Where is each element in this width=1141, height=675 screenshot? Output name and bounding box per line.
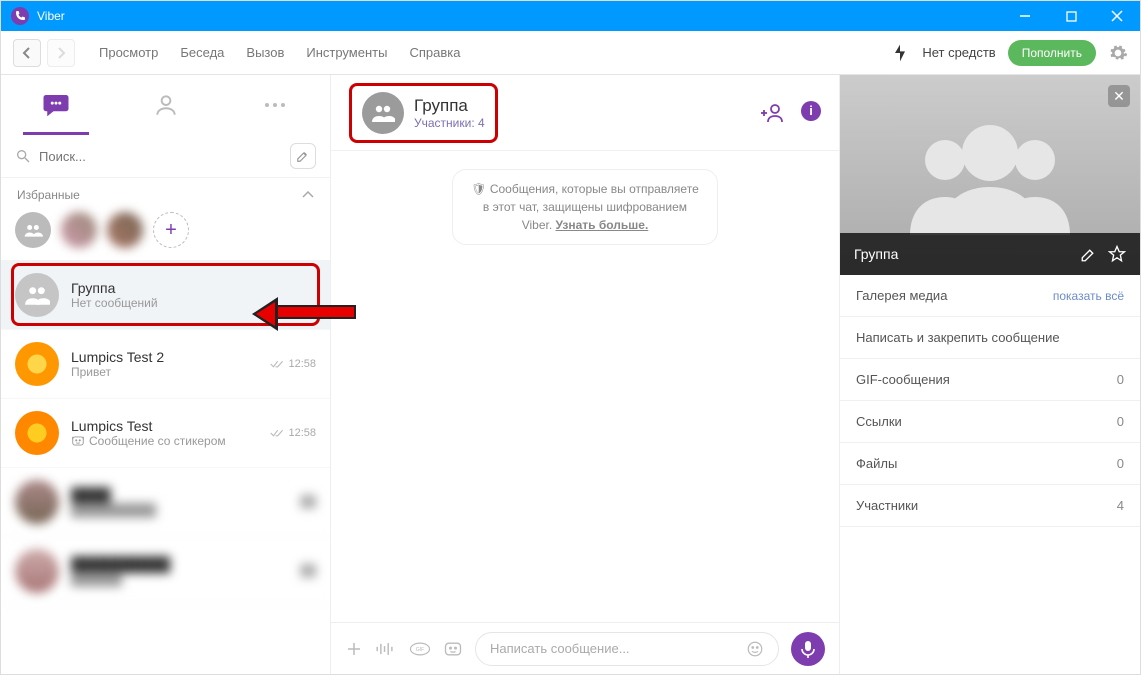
- info-panel: ✕ Группа Галерея медиа показать всё Напи…: [840, 75, 1140, 674]
- edit-icon[interactable]: [1080, 245, 1098, 263]
- chat-list-item[interactable]: Lumpics Test 2 Привет 12:58: [1, 330, 330, 399]
- tab-contacts[interactable]: [111, 75, 221, 135]
- voice-message-button[interactable]: [791, 632, 825, 666]
- voice-wave-icon[interactable]: [375, 640, 397, 658]
- chat-time: 12:58: [270, 358, 316, 370]
- group-placeholder-icon: [905, 115, 1075, 235]
- pin-message-row[interactable]: Написать и закрепить сообщение: [840, 317, 1140, 359]
- show-all-link[interactable]: показать всё: [1053, 289, 1124, 303]
- favorites-label: Избранные: [17, 188, 80, 202]
- attach-icon[interactable]: [345, 640, 363, 658]
- menu-view[interactable]: Просмотр: [99, 45, 158, 60]
- settings-icon[interactable]: [1108, 43, 1128, 63]
- gallery-row[interactable]: Галерея медиа показать всё: [840, 275, 1140, 317]
- info-row-gif[interactable]: GIF-сообщения 0: [840, 359, 1140, 401]
- annotation-arrow: [276, 305, 356, 319]
- favorite-avatar[interactable]: [61, 212, 97, 248]
- minimize-button[interactable]: [1002, 1, 1048, 31]
- chat-header-subtitle: Участники: 4: [414, 116, 485, 130]
- emoji-icon[interactable]: [746, 640, 764, 658]
- learn-more-link[interactable]: Узнать больше.: [556, 218, 649, 232]
- menu-tools[interactable]: Инструменты: [306, 45, 387, 60]
- add-participant-icon[interactable]: [761, 101, 785, 125]
- maximize-button[interactable]: [1048, 1, 1094, 31]
- chat-time: 12:58: [270, 427, 316, 439]
- menu-help[interactable]: Справка: [409, 45, 460, 60]
- chat-title: Lumpics Test: [71, 418, 258, 434]
- favorite-avatar[interactable]: [15, 212, 51, 248]
- delivered-icon: [270, 428, 284, 438]
- favorite-avatar[interactable]: [107, 212, 143, 248]
- sticker-icon[interactable]: [443, 639, 463, 659]
- svg-text:GIF: GIF: [416, 647, 425, 653]
- chat-pane: Группа Участники: 4 i 🛡 Сообщения, котор…: [331, 75, 840, 674]
- viberout-icon: [890, 43, 910, 63]
- forward-button[interactable]: [47, 39, 75, 67]
- menu-call[interactable]: Вызов: [246, 45, 284, 60]
- info-icon[interactable]: i: [801, 101, 821, 121]
- topup-button[interactable]: Пополнить: [1008, 40, 1096, 66]
- sticker-icon: [71, 434, 85, 448]
- chat-avatar: [15, 411, 59, 455]
- chat-subtitle: Привет: [71, 365, 258, 379]
- compose-button[interactable]: [290, 143, 316, 169]
- close-panel-button[interactable]: ✕: [1108, 85, 1130, 107]
- group-name: Группа: [854, 246, 1070, 262]
- chat-avatar: [15, 342, 59, 386]
- app-title: Viber: [37, 9, 65, 23]
- group-hero-image: ✕ Группа: [840, 75, 1140, 275]
- message-composer: GIF Написать сообщение...: [331, 622, 839, 674]
- sidebar: Избранные + Группа Нет сообщений: [1, 75, 331, 674]
- star-icon[interactable]: [1108, 245, 1126, 263]
- menu-chat[interactable]: Беседа: [180, 45, 224, 60]
- chat-list-item[interactable]: ████████████████ ██: [1, 537, 330, 606]
- chat-title: Группа: [71, 280, 316, 296]
- viber-logo-icon: [11, 7, 29, 25]
- collapse-favorites-icon[interactable]: [302, 191, 314, 199]
- chat-list-item[interactable]: Lumpics Test Сообщение со стикером 12:58: [1, 399, 330, 468]
- encryption-banner: 🛡 Сообщения, которые вы отправляете в эт…: [452, 169, 718, 245]
- close-button[interactable]: [1094, 1, 1140, 31]
- search-input[interactable]: [39, 149, 282, 164]
- info-row-files[interactable]: Файлы 0: [840, 443, 1140, 485]
- gif-icon[interactable]: GIF: [409, 640, 431, 658]
- info-row-links[interactable]: Ссылки 0: [840, 401, 1140, 443]
- info-row-members[interactable]: Участники 4: [840, 485, 1140, 527]
- menubar: Просмотр Беседа Вызов Инструменты Справк…: [1, 31, 1140, 75]
- message-input[interactable]: Написать сообщение...: [475, 632, 779, 666]
- chat-header: Группа Участники: 4 i: [331, 75, 839, 151]
- group-avatar-icon: [15, 273, 59, 317]
- annotation-highlight: Группа Участники: 4: [349, 83, 498, 143]
- titlebar: Viber: [1, 1, 1140, 31]
- tab-more[interactable]: [220, 75, 330, 135]
- chat-title: Lumpics Test 2: [71, 349, 258, 365]
- search-icon: [15, 148, 31, 164]
- group-avatar-icon: [362, 92, 404, 134]
- chat-header-title: Группа: [414, 96, 485, 116]
- balance-label: Нет средств: [922, 45, 995, 60]
- chat-list-item[interactable]: Группа Нет сообщений: [1, 260, 330, 330]
- tab-chats[interactable]: [1, 75, 111, 135]
- delivered-icon: [270, 359, 284, 369]
- back-button[interactable]: [13, 39, 41, 67]
- chat-list-item[interactable]: ██████████████ ██: [1, 468, 330, 537]
- chat-subtitle: Сообщение со стикером: [71, 434, 258, 448]
- add-favorite-button[interactable]: +: [153, 212, 189, 248]
